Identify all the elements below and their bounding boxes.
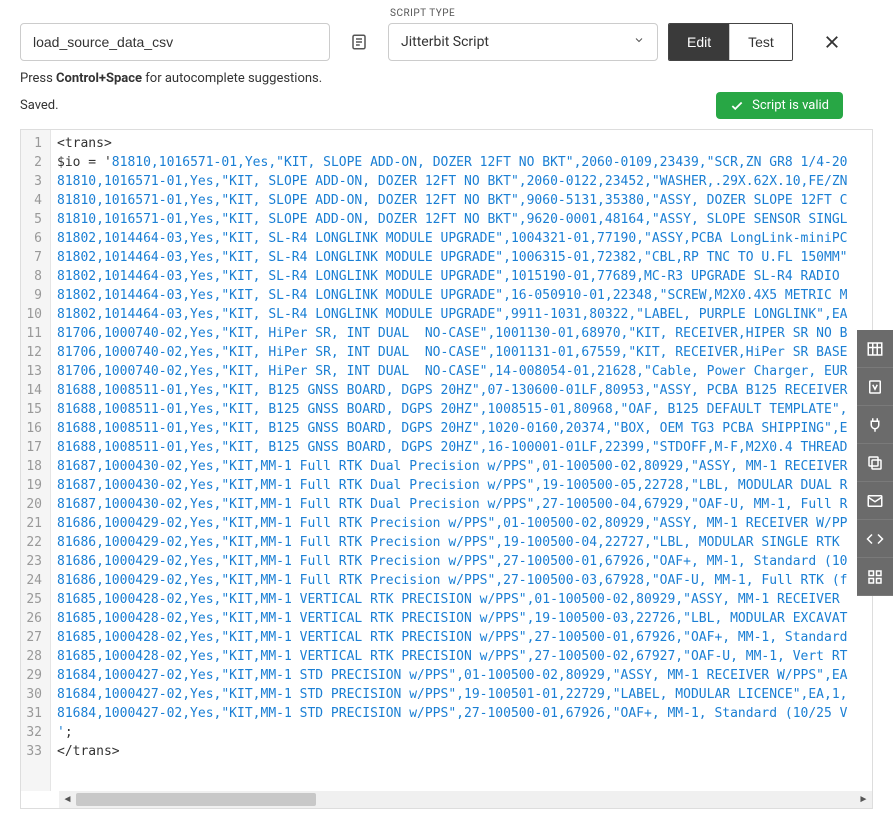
code-line: 81686,1000429-02,Yes,"KIT,MM-1 Full RTK … — [57, 533, 866, 552]
copy-icon[interactable] — [857, 444, 893, 482]
scroll-track[interactable] — [76, 791, 855, 808]
grid-icon[interactable] — [857, 558, 893, 596]
scroll-thumb[interactable] — [76, 793, 316, 806]
code-line: 81685,1000428-02,Yes,"KIT,MM-1 VERTICAL … — [57, 628, 866, 647]
code-line: <trans> — [57, 134, 866, 153]
code-line: 81686,1000429-02,Yes,"KIT,MM-1 Full RTK … — [57, 571, 866, 590]
code-line: 81685,1000428-02,Yes,"KIT,MM-1 VERTICAL … — [57, 647, 866, 666]
scroll-left-arrow[interactable]: ◄ — [59, 791, 76, 808]
code-line: 81802,1014464-03,Yes,"KIT, SL-R4 LONGLIN… — [57, 248, 866, 267]
code-line: </trans> — [57, 742, 866, 761]
code-line: 81706,1000740-02,Yes,"KIT, HiPer SR, INT… — [57, 324, 866, 343]
code-line: 81684,1000427-02,Yes,"KIT,MM-1 STD PRECI… — [57, 704, 866, 723]
code-line: 81706,1000740-02,Yes,"KIT, HiPer SR, INT… — [57, 343, 866, 362]
close-button[interactable] — [813, 23, 851, 61]
code-line: 81802,1014464-03,Yes,"KIT, SL-R4 LONGLIN… — [57, 305, 866, 324]
code-line: 81687,1000430-02,Yes,"KIT,MM-1 Full RTK … — [57, 457, 866, 476]
check-icon — [730, 99, 744, 113]
code-line: $io = '81810,1016571-01,Yes,"KIT, SLOPE … — [57, 153, 866, 172]
code-line: 81810,1016571-01,Yes,"KIT, SLOPE ADD-ON,… — [57, 191, 866, 210]
script-valid-badge: Script is valid — [716, 92, 843, 119]
note-icon[interactable] — [340, 23, 378, 61]
edit-test-toggle: Edit Test — [668, 23, 793, 61]
code-line: 81686,1000429-02,Yes,"KIT,MM-1 Full RTK … — [57, 514, 866, 533]
horizontal-scrollbar[interactable]: ◄ ► — [59, 791, 872, 808]
code-line: 81688,1008511-01,Yes,"KIT, B125 GNSS BOA… — [57, 438, 866, 457]
autocomplete-hint: Press Control+Space for autocomplete sug… — [0, 69, 893, 88]
code-line: 81688,1008511-01,Yes,"KIT, B125 GNSS BOA… — [57, 419, 866, 438]
plug-icon[interactable] — [857, 406, 893, 444]
code-line: 81802,1014464-03,Yes,"KIT, SL-R4 LONGLIN… — [57, 267, 866, 286]
script-type-label: SCRIPT TYPE — [390, 8, 658, 19]
code-line: 81810,1016571-01,Yes,"KIT, SLOPE ADD-ON,… — [57, 172, 866, 191]
script-type-value: Jitterbit Script — [401, 34, 489, 50]
mail-icon[interactable] — [857, 482, 893, 520]
shield-v-icon[interactable] — [857, 368, 893, 406]
code-line: 81684,1000427-02,Yes,"KIT,MM-1 STD PRECI… — [57, 685, 866, 704]
saved-status: Saved. — [20, 98, 59, 113]
table-icon[interactable] — [857, 330, 893, 368]
code-line: '; — [57, 723, 866, 742]
code-line: 81706,1000740-02,Yes,"KIT, HiPer SR, INT… — [57, 362, 866, 381]
code-editor[interactable]: 1234567891011121314151617181920212223242… — [20, 129, 873, 809]
code-line: 81685,1000428-02,Yes,"KIT,MM-1 VERTICAL … — [57, 609, 866, 628]
code-content[interactable]: <trans>$io = '81810,1016571-01,Yes,"KIT,… — [51, 130, 872, 791]
code-line: 81688,1008511-01,Yes,"KIT, B125 GNSS BOA… — [57, 381, 866, 400]
code-line: 81687,1000430-02,Yes,"KIT,MM-1 Full RTK … — [57, 476, 866, 495]
test-button[interactable]: Test — [729, 24, 792, 60]
code-line: 81685,1000428-02,Yes,"KIT,MM-1 VERTICAL … — [57, 590, 866, 609]
code-line: 81802,1014464-03,Yes,"KIT, SL-R4 LONGLIN… — [57, 286, 866, 305]
edit-button[interactable]: Edit — [669, 24, 729, 60]
script-type-select[interactable]: Jitterbit Script — [388, 23, 658, 61]
code-line: 81688,1008511-01,Yes,"KIT, B125 GNSS BOA… — [57, 400, 866, 419]
code-line: 81686,1000429-02,Yes,"KIT,MM-1 Full RTK … — [57, 552, 866, 571]
code-line: 81684,1000427-02,Yes,"KIT,MM-1 STD PRECI… — [57, 666, 866, 685]
code-icon[interactable] — [857, 520, 893, 558]
line-gutter: 1234567891011121314151617181920212223242… — [21, 130, 51, 791]
code-line: 81802,1014464-03,Yes,"KIT, SL-R4 LONGLIN… — [57, 229, 866, 248]
script-name-input[interactable] — [20, 23, 330, 61]
chevron-down-icon — [633, 34, 645, 50]
code-line: 81810,1016571-01,Yes,"KIT, SLOPE ADD-ON,… — [57, 210, 866, 229]
side-rail — [857, 330, 893, 596]
scroll-right-arrow[interactable]: ► — [855, 791, 872, 808]
code-line: 81687,1000430-02,Yes,"KIT,MM-1 Full RTK … — [57, 495, 866, 514]
